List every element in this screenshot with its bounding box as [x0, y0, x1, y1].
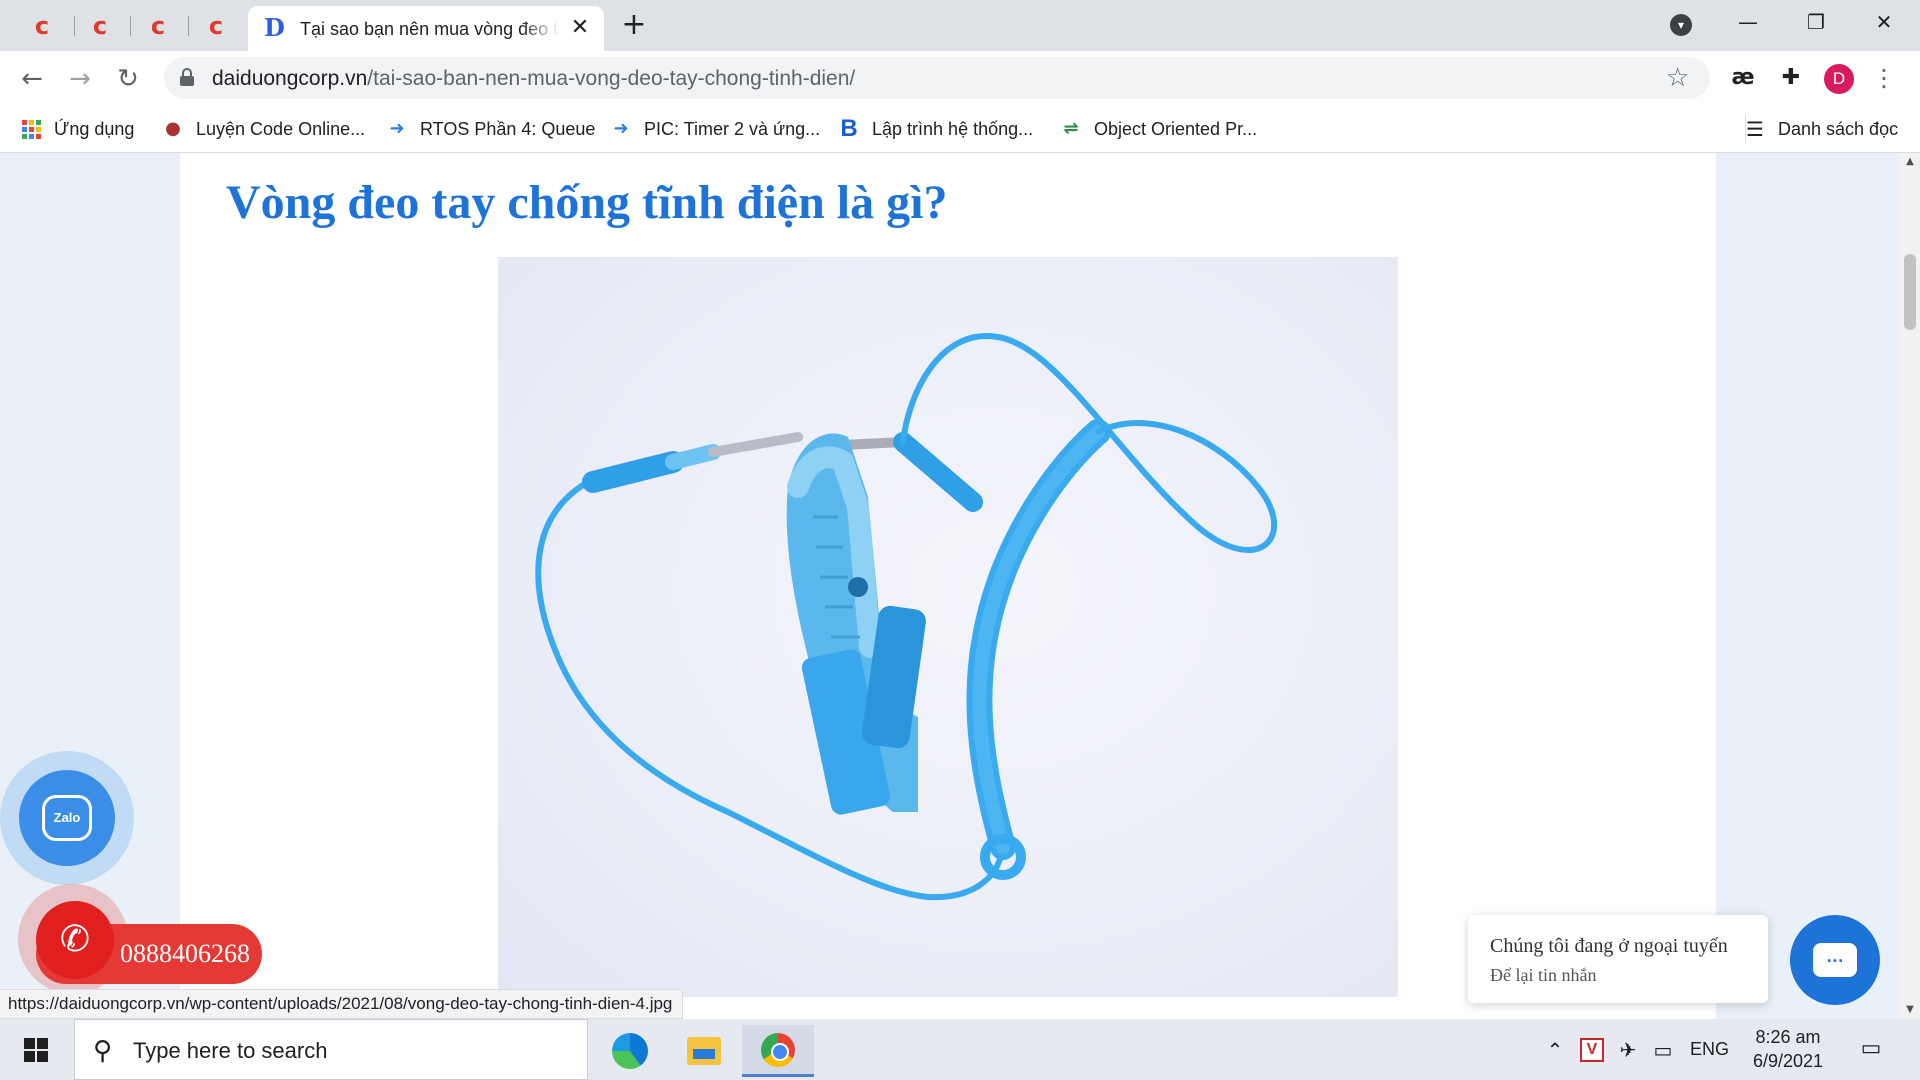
- wrist-strap-illustration: [535, 333, 1278, 901]
- taskbar-search-box[interactable]: ⚲ Type here to search: [74, 1019, 588, 1080]
- browser-menu-icon[interactable]: ⋮: [1872, 63, 1896, 93]
- chat-icon: …: [1813, 943, 1857, 977]
- bookmark-lap-trinh[interactable]: B Lập trình hệ thống...: [838, 117, 1033, 141]
- bookmark-luyen-code[interactable]: ● Luyện Code Online...: [162, 117, 365, 141]
- search-icon: ⚲: [93, 1036, 113, 1066]
- file-explorer-icon: [687, 1037, 721, 1065]
- live-chat-button[interactable]: …: [1790, 915, 1880, 1005]
- address-bar[interactable]: daiduongcorp.vn/tai-sao-ban-nen-mua-vong…: [164, 57, 1710, 99]
- url-host: daiduongcorp.vn: [212, 67, 368, 90]
- site-favicon-icon: D: [264, 13, 285, 42]
- extensions-puzzle-icon[interactable]: ✚: [1776, 63, 1806, 93]
- article-heading: Vòng đeo tay chống tĩnh điện là gì?: [226, 176, 948, 229]
- b-logo-icon: B: [840, 115, 858, 142]
- clock-date: 6/9/2021: [1752, 1051, 1824, 1071]
- profile-avatar[interactable]: D: [1824, 64, 1854, 94]
- bookmark-label: Lập trình hệ thống...: [872, 118, 1034, 139]
- bookmark-pic-timer[interactable]: ➜ PIC: Timer 2 và ứng...: [610, 117, 820, 141]
- page-viewport: Vòng đeo tay chống tĩnh điện là gì? ▲ ▼ …: [0, 153, 1920, 1019]
- chat-offline-bubble[interactable]: Chúng tôi đang ở ngoại tuyến Để lại tin …: [1468, 915, 1768, 1003]
- taskbar-edge[interactable]: [594, 1025, 666, 1077]
- tab-strip: c c c c D Tại sao bạn nên mua vòng đeo t…: [0, 0, 1920, 51]
- taskbar-file-explorer[interactable]: [668, 1025, 740, 1077]
- back-button[interactable]: ←: [16, 63, 48, 95]
- edge-icon: [612, 1033, 648, 1069]
- tray-overflow-chevron-icon[interactable]: ⌃: [1542, 1035, 1568, 1065]
- bookmark-label: PIC: Timer 2 và ứng...: [644, 118, 821, 139]
- taskbar-clock[interactable]: 8:26 am 6/9/2021: [1742, 1025, 1834, 1073]
- tray-airplane-icon[interactable]: ✈: [1614, 1035, 1642, 1065]
- lock-icon[interactable]: [180, 68, 194, 86]
- clock-time: 8:26 am: [1755, 1027, 1821, 1047]
- scroll-up-icon[interactable]: ▲: [1900, 153, 1920, 171]
- restore-button[interactable]: ❐: [1796, 6, 1836, 38]
- window-close-button[interactable]: ✕: [1864, 6, 1904, 38]
- phone-icon[interactable]: ✆: [36, 901, 114, 979]
- scrollbar-thumb[interactable]: [1904, 254, 1916, 330]
- apps-grid-icon: [20, 118, 42, 140]
- forward-button[interactable]: →: [64, 63, 96, 95]
- gfg-logo-icon: ⇌: [1063, 118, 1079, 139]
- ae-extension-icon[interactable]: æ: [1728, 63, 1758, 93]
- url-text[interactable]: daiduongcorp.vn/tai-sao-ban-nen-mua-vong…: [212, 67, 855, 91]
- browser-toolbar: ← → ↻ daiduongcorp.vn/tai-sao-ban-nen-mu…: [0, 51, 1920, 105]
- search-placeholder: Type here to search: [133, 1038, 328, 1063]
- c-logo-icon: c: [208, 12, 224, 40]
- tab-search-icon[interactable]: ▾: [1670, 14, 1692, 36]
- reading-list-button[interactable]: ☰ Danh sách đọc: [1744, 117, 1898, 141]
- bookmark-star-icon[interactable]: ☆: [1666, 63, 1689, 93]
- minimize-button[interactable]: —: [1728, 6, 1768, 38]
- c-logo-icon: c: [150, 12, 166, 40]
- zalo-icon: Zalo: [42, 795, 92, 841]
- bookmark-rtos[interactable]: ➜ RTOS Phần 4: Queue: [386, 117, 595, 141]
- windows-logo-icon: [24, 1037, 48, 1062]
- article-content: Vòng đeo tay chống tĩnh điện là gì?: [180, 153, 1716, 1019]
- bookmark-label: Luyện Code Online...: [196, 118, 366, 139]
- reload-button[interactable]: ↻: [112, 63, 144, 95]
- reading-list-label: Danh sách đọc: [1778, 118, 1899, 139]
- chrome-icon: [761, 1032, 795, 1067]
- active-tab[interactable]: D Tại sao bạn nên mua vòng đeo tay chống…: [248, 6, 604, 51]
- bookmark-label: RTOS Phần 4: Queue: [420, 118, 596, 139]
- taskbar-chrome[interactable]: [742, 1025, 814, 1077]
- tray-battery-icon[interactable]: ▭: [1648, 1035, 1678, 1065]
- notification-center-icon[interactable]: ▭: [1856, 1035, 1886, 1065]
- start-button[interactable]: [0, 1019, 72, 1080]
- chat-status-text: Chúng tôi đang ở ngoại tuyến: [1490, 935, 1728, 957]
- tray-v-app-icon[interactable]: V: [1580, 1038, 1604, 1062]
- pinned-tab-1[interactable]: c: [14, 8, 70, 44]
- wrist-strap-image[interactable]: [498, 257, 1398, 997]
- code-arrow-icon: ➜: [389, 118, 405, 139]
- tab-title: Tại sao bạn nên mua vòng đeo tay chống t…: [300, 19, 560, 39]
- pinned-tab-3[interactable]: c: [130, 8, 186, 44]
- pinned-tab-4[interactable]: c: [188, 8, 244, 44]
- new-tab-button[interactable]: +: [620, 10, 648, 40]
- bookmark-label: Ứng dụng: [54, 118, 135, 139]
- user-avatar-icon: ●: [165, 118, 181, 139]
- close-tab-icon[interactable]: ✕: [568, 16, 592, 40]
- page-scrollbar[interactable]: ▲ ▼: [1900, 153, 1920, 1019]
- zalo-chat-button[interactable]: Zalo: [19, 770, 115, 866]
- bookmark-label: Object Oriented Pr...: [1094, 118, 1258, 139]
- phone-number[interactable]: 0888406268: [120, 939, 250, 969]
- reading-list-icon: ☰: [1746, 117, 1764, 141]
- input-language[interactable]: ENG: [1690, 1039, 1729, 1060]
- windows-taskbar: ⚲ Type here to search ⌃ V ✈ ▭ ENG 8:26 a…: [0, 1019, 1920, 1080]
- bookmark-oop[interactable]: ⇌ Object Oriented Pr...: [1060, 117, 1257, 141]
- c-logo-icon: c: [92, 12, 108, 40]
- pinned-tab-2[interactable]: c: [72, 8, 128, 44]
- chat-leave-message-text: Để lại tin nhắn: [1490, 965, 1597, 985]
- url-path: /tai-sao-ban-nen-mua-vong-deo-tay-chong-…: [367, 67, 856, 90]
- code-arrow-icon: ➜: [613, 118, 629, 139]
- bookmarks-bar: Ứng dụng ● Luyện Code Online... ➜ RTOS P…: [0, 105, 1920, 153]
- scroll-down-icon[interactable]: ▼: [1900, 1001, 1920, 1019]
- c-logo-icon: c: [34, 12, 50, 40]
- status-bar-url: https://daiduongcorp.vn/wp-content/uploa…: [0, 989, 684, 1019]
- bookmark-apps[interactable]: Ứng dụng: [20, 117, 134, 141]
